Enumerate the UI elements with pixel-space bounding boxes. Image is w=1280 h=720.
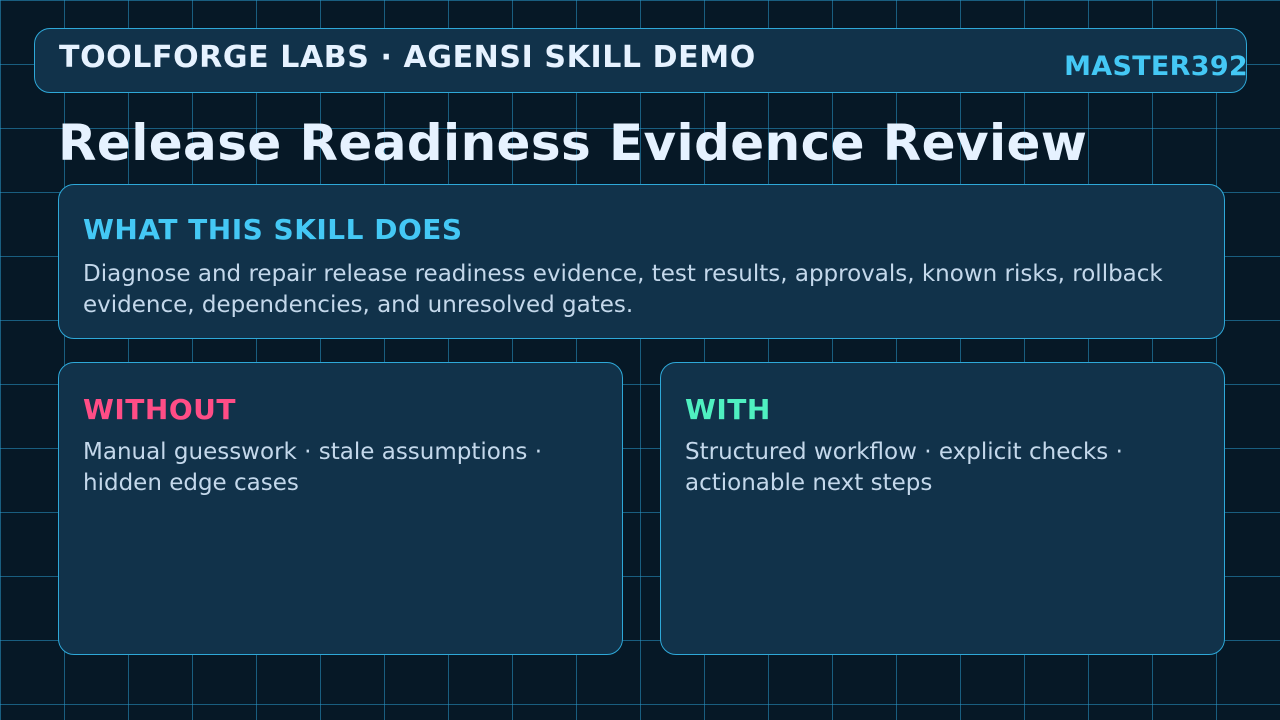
skill-description-card: WHAT THIS SKILL DOES Diagnose and repair…: [58, 184, 1225, 339]
without-text: Manual guesswork · stale assumptions · h…: [83, 439, 543, 496]
without-card: WITHOUT Manual guesswork · stale assumpt…: [58, 362, 623, 655]
skill-description-text: Diagnose and repair release readiness ev…: [83, 261, 1163, 318]
with-text: Structured workflow · explicit checks · …: [685, 439, 1123, 496]
user-tag: MASTER392: [1064, 51, 1248, 82]
skill-description-heading: WHAT THIS SKILL DOES: [83, 213, 463, 246]
with-heading: WITH: [685, 393, 771, 426]
without-heading: WITHOUT: [83, 393, 236, 426]
page-title: Release Readiness Evidence Review: [58, 114, 1088, 172]
with-card: WITH Structured workflow · explicit chec…: [660, 362, 1225, 655]
brand-title: TOOLFORGE LABS · AGENSI SKILL DEMO: [59, 40, 756, 75]
header-bar: TOOLFORGE LABS · AGENSI SKILL DEMO MASTE…: [34, 28, 1248, 93]
